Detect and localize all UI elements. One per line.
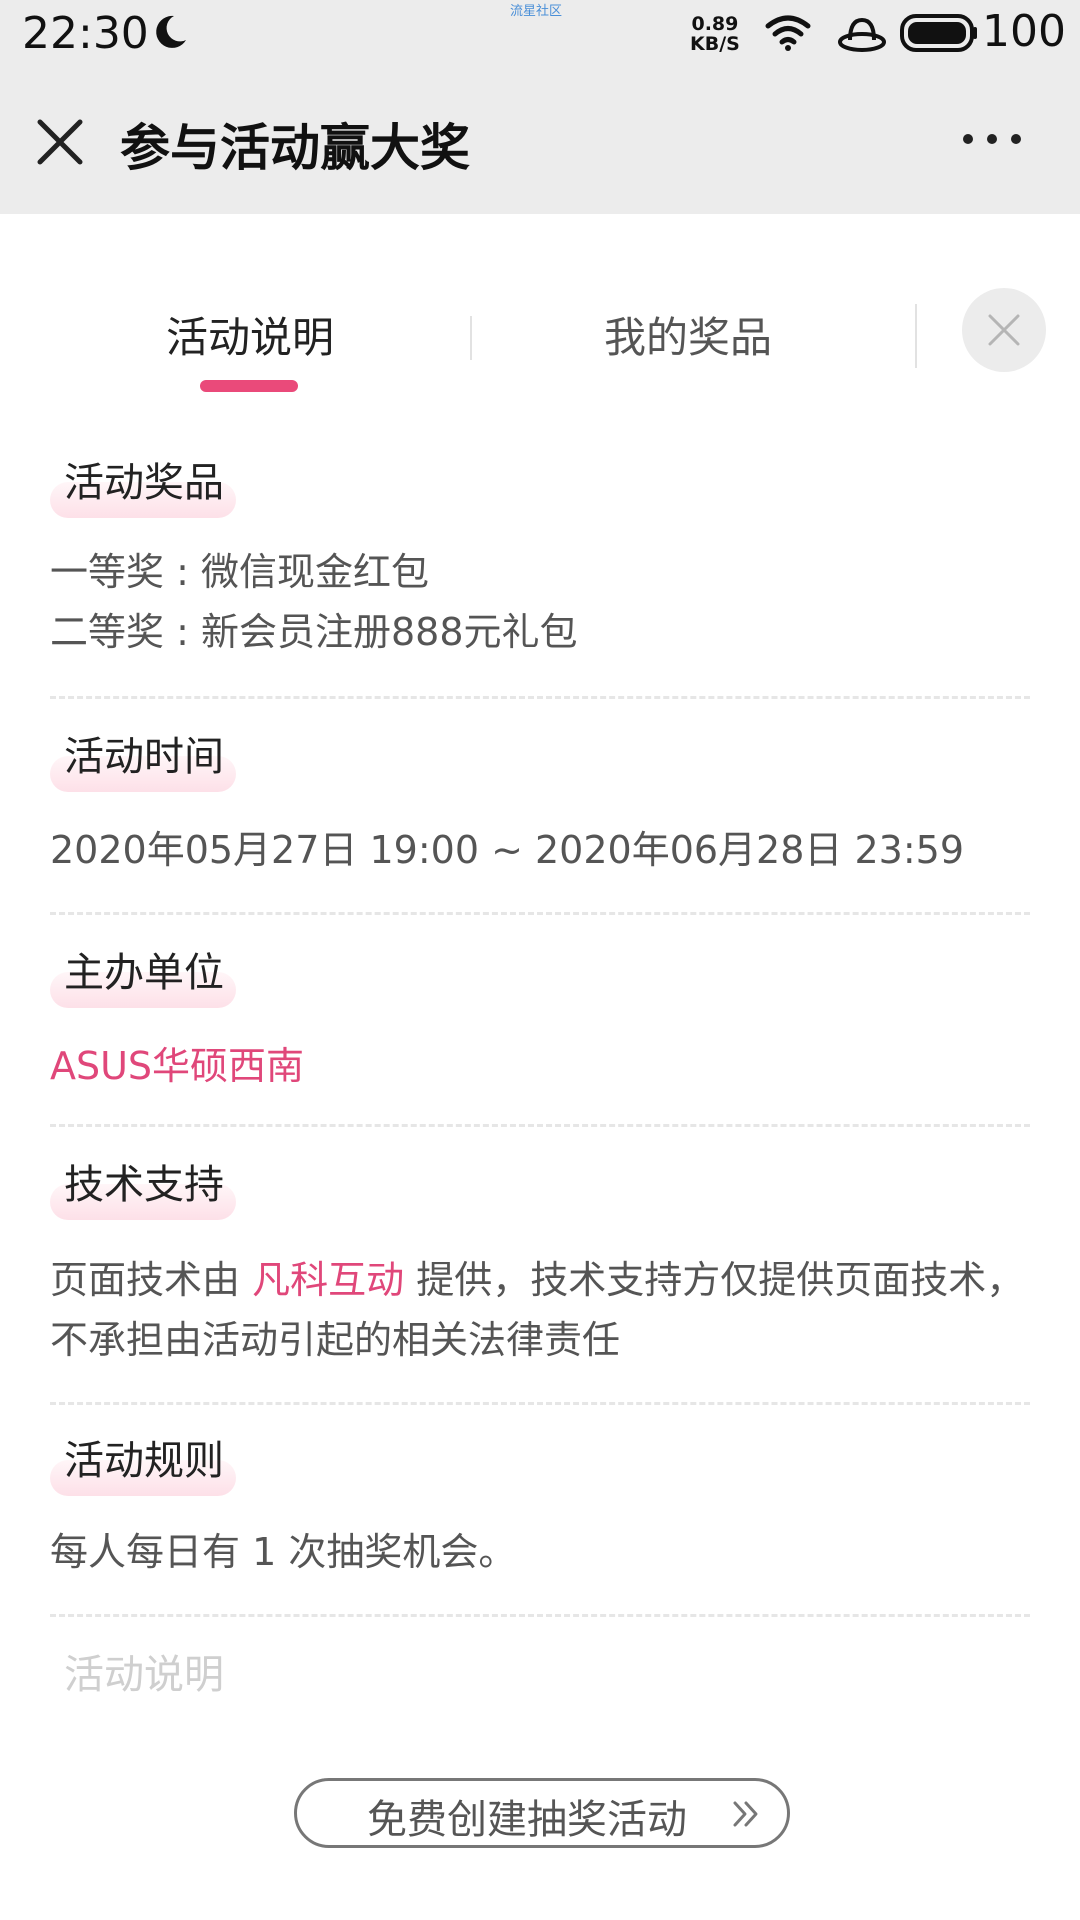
create-lottery-button[interactable]: 免费创建抽奖活动: [294, 1778, 790, 1848]
tech-support-prefix: 页面技术由: [50, 1258, 253, 1302]
status-bar: 22:30 流星社区 0.89 KB/S 100: [0, 0, 1080, 68]
section-label: 主办单位: [50, 936, 236, 1014]
section-divider: [50, 1614, 1030, 1617]
tab-activity-description[interactable]: 活动说明: [166, 304, 334, 365]
section-label-text: 技术支持: [64, 1162, 224, 1208]
active-tab-indicator: [200, 380, 298, 392]
section-label-text: 活动时间: [64, 734, 224, 780]
section-label-text: 主办单位: [64, 950, 224, 996]
more-icon[interactable]: [960, 124, 1024, 154]
section-label: 活动时间: [50, 720, 236, 798]
battery-level: 100: [982, 6, 1066, 57]
section-label-text: 活动规则: [64, 1438, 224, 1484]
battery-icon: [900, 14, 977, 52]
rules-text: 每人每日有 1 次抽奖机会。: [50, 1530, 517, 1574]
tech-provider-link[interactable]: 凡科互动: [252, 1258, 404, 1302]
tab-bar: 活动说明 我的奖品: [0, 214, 1080, 414]
organizer-name[interactable]: ASUS华硕西南: [50, 1036, 1030, 1096]
section-description-label: 活动说明: [64, 1652, 224, 1698]
tech-support-text: 页面技术由 凡科互动 提供，技术支持方仅提供页面技术，不承担由活动引起的相关法律…: [50, 1250, 1030, 1370]
section-label-text: 活动奖品: [64, 460, 224, 506]
title-bar: 参与活动赢大奖: [0, 68, 1080, 214]
net-speed-unit: KB/S: [690, 33, 740, 55]
create-lottery-label: 免费创建抽奖活动: [367, 1797, 687, 1843]
tab-divider: [915, 304, 917, 368]
status-center-text: 流星社区: [510, 4, 563, 19]
section-label: 活动规则: [50, 1424, 236, 1502]
status-time: 22:30: [22, 8, 149, 59]
tab-my-prizes[interactable]: 我的奖品: [604, 304, 772, 365]
page-title: 参与活动赢大奖: [120, 119, 470, 177]
section-label: 活动奖品: [50, 446, 236, 524]
close-icon: [988, 314, 1020, 346]
prize-second: 二等奖 : 新会员注册888元礼包: [50, 610, 578, 654]
net-speed: 0.89 KB/S: [690, 14, 740, 54]
section-divider: [50, 1402, 1030, 1405]
double-chevron-right-icon: [733, 1801, 758, 1827]
section-divider: [50, 912, 1030, 915]
tab-divider: [470, 316, 472, 360]
wifi-icon: [765, 15, 811, 51]
activity-time-range: 2020年05月27日 19:00 ~ 2020年06月28日 23:59: [50, 828, 965, 872]
prize-first: 一等奖 : 微信现金红包: [50, 550, 429, 594]
panel-close-button[interactable]: [962, 288, 1046, 372]
section-label: 技术支持: [50, 1148, 236, 1226]
moon-icon: [156, 15, 186, 48]
hat-icon: [838, 17, 886, 52]
section-divider: [50, 696, 1030, 699]
close-icon[interactable]: [32, 114, 88, 170]
section-divider: [50, 1124, 1030, 1127]
net-speed-value: 0.89: [691, 13, 739, 35]
